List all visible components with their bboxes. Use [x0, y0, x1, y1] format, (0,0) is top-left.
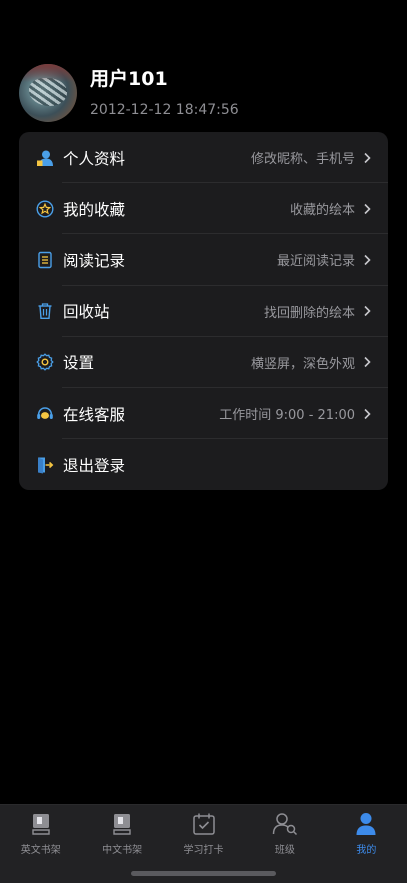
- calendar-check-icon: [191, 811, 217, 837]
- tab-label: 学习打卡: [183, 845, 224, 856]
- document-icon: [36, 251, 54, 269]
- username: 用户101: [90, 68, 168, 90]
- avatar[interactable]: [19, 64, 77, 122]
- home-indicator: [131, 871, 276, 876]
- chevron-right-icon: [363, 152, 372, 164]
- menu-item-label: 在线客服: [63, 405, 126, 424]
- tab-label: 中文书架: [102, 845, 143, 856]
- logout-icon: [36, 456, 54, 474]
- tab-label: 我的: [356, 845, 377, 856]
- gear-icon: [36, 353, 54, 372]
- menu-item-logout[interactable]: 退出登录: [19, 439, 388, 490]
- menu-item-favorites[interactable]: 我的收藏 收藏的绘本: [19, 183, 388, 235]
- menu-item-subtitle: 横竖屏，深色外观: [250, 356, 355, 372]
- menu-item-profile[interactable]: 个人资料 修改昵称、手机号: [19, 132, 388, 184]
- menu-item-label: 设置: [63, 354, 95, 373]
- menu-item-customer-service[interactable]: 在线客服 工作时间 9:00 - 21:00: [19, 388, 388, 440]
- profile-screen: 用户101 2012-12-12 18:47:56 个人资料 修改昵称、手机号: [0, 0, 407, 883]
- trash-icon: [36, 302, 54, 320]
- menu-item-settings[interactable]: 设置 横竖屏，深色外观: [19, 337, 388, 388]
- chevron-right-icon: [363, 254, 372, 266]
- menu-item-subtitle: 收藏的绘本: [289, 203, 355, 219]
- star-icon: [36, 200, 54, 218]
- headset-icon: [36, 405, 54, 423]
- menu-item-subtitle: 修改昵称、手机号: [250, 152, 355, 168]
- tab-mine[interactable]: 我的: [326, 805, 407, 861]
- tab-class[interactable]: 班级: [244, 805, 325, 861]
- menu-item-subtitle: 最近阅读记录: [276, 254, 355, 270]
- chevron-right-icon: [363, 203, 372, 215]
- menu-item-label: 阅读记录: [63, 251, 126, 270]
- tab-label: 英文书架: [20, 845, 61, 856]
- chevron-right-icon: [363, 305, 372, 317]
- profile-icon: [36, 149, 54, 167]
- profile-timestamp: 2012-12-12 18:47:56: [90, 102, 239, 118]
- profile-info: 用户101 2012-12-12 18:47:56: [90, 67, 239, 119]
- book-icon: [109, 811, 135, 837]
- book-icon: [28, 811, 54, 837]
- menu-item-label: 回收站: [63, 303, 110, 322]
- profile-header[interactable]: 用户101 2012-12-12 18:47:56: [19, 64, 239, 122]
- tab-label: 班级: [274, 845, 295, 856]
- class-users-icon: [272, 811, 298, 837]
- tab-english-bookshelf[interactable]: 英文书架: [0, 805, 81, 861]
- tab-study-checkin[interactable]: 学习打卡: [163, 805, 244, 861]
- menu-item-recycle-bin[interactable]: 回收站 找回删除的绘本: [19, 286, 388, 337]
- menu-item-reading-history[interactable]: 阅读记录 最近阅读记录: [19, 234, 388, 286]
- tab-chinese-bookshelf[interactable]: 中文书架: [81, 805, 162, 861]
- chevron-right-icon: [363, 356, 372, 368]
- menu-item-label: 退出登录: [63, 456, 126, 475]
- menu-item-subtitle: 工作时间 9:00 - 21:00: [219, 408, 355, 424]
- menu-item-label: 我的收藏: [63, 200, 126, 219]
- person-icon: [353, 811, 379, 837]
- chevron-right-icon: [363, 408, 372, 420]
- menu-item-subtitle: 找回删除的绘本: [263, 305, 355, 321]
- menu-item-label: 个人资料: [63, 149, 126, 168]
- menu-card: 个人资料 修改昵称、手机号 我的收藏 收藏的绘本 阅读记录 最近阅读记录 回收站…: [19, 132, 388, 490]
- tab-bar: 英文书架 中文书架 学习打卡 班级 我的: [0, 804, 407, 883]
